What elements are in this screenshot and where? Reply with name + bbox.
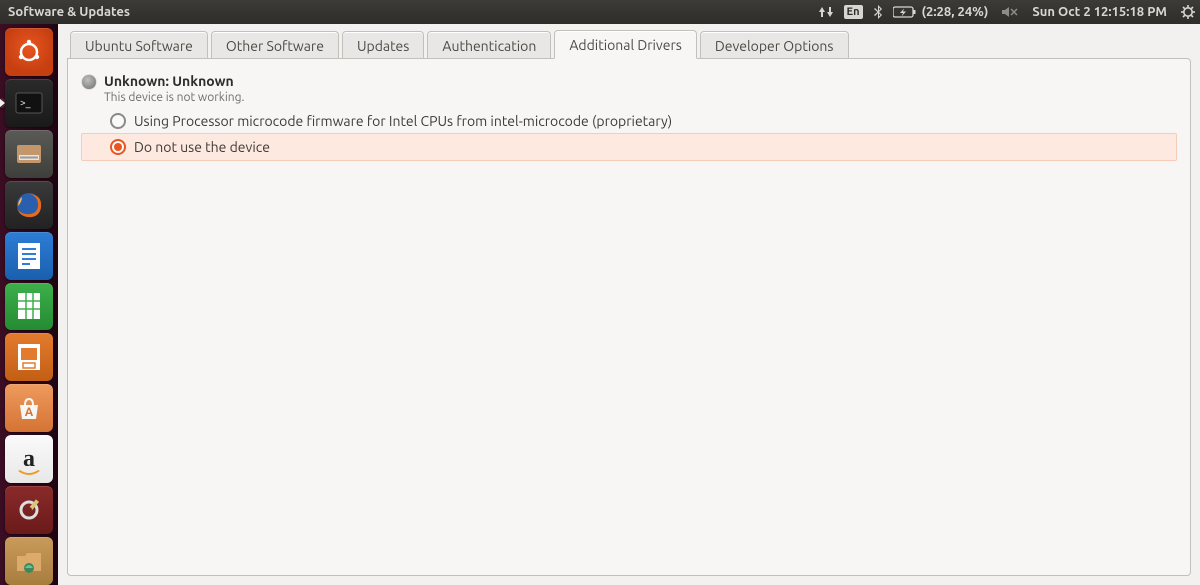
amazon-icon: a	[23, 447, 35, 471]
radio-icon	[110, 139, 126, 155]
top-menubar: Software & Updates En (2:28, 24%) Sun Oc…	[0, 0, 1200, 24]
ubuntu-logo-icon	[15, 38, 43, 66]
launcher-system-settings[interactable]	[5, 486, 53, 534]
calc-icon	[15, 291, 43, 321]
svg-text:>_: >_	[20, 97, 31, 108]
network-updown-icon	[818, 5, 834, 19]
launcher-home-folder[interactable]	[5, 537, 53, 585]
launcher-amazon[interactable]: a	[5, 435, 53, 483]
window-title: Software & Updates	[0, 5, 130, 19]
settings-icon	[14, 495, 44, 525]
software-center-icon: A	[14, 393, 44, 423]
gear-power-icon	[1181, 5, 1195, 19]
device-subtitle: This device is not working.	[104, 91, 245, 104]
keyboard-language-label: En	[844, 5, 863, 19]
device-header: Unknown: Unknown This device is not work…	[82, 73, 1176, 108]
device-title: Unknown: Unknown	[104, 73, 245, 89]
tab-label: Authentication	[442, 38, 536, 54]
bluetooth-indicator[interactable]	[868, 0, 888, 24]
tab-authentication[interactable]: Authentication	[427, 31, 551, 59]
volume-indicator[interactable]	[997, 0, 1023, 24]
tab-label: Ubuntu Software	[85, 38, 193, 54]
folder-icon	[14, 548, 44, 574]
driver-option-do-not-use[interactable]: Do not use the device	[82, 134, 1176, 160]
tab-other-software[interactable]: Other Software	[211, 31, 339, 59]
tab-label: Other Software	[226, 38, 324, 54]
radio-icon	[110, 113, 126, 129]
launcher-calc[interactable]	[5, 283, 53, 331]
file-manager-icon	[14, 141, 44, 167]
launcher-firefox[interactable]	[5, 181, 53, 229]
speaker-muted-icon	[1002, 6, 1018, 18]
bluetooth-icon	[873, 5, 883, 19]
window-content: Ubuntu Software Other Software Updates A…	[58, 24, 1200, 585]
tab-label: Updates	[357, 38, 409, 54]
keyboard-indicator[interactable]: En	[839, 0, 868, 24]
network-indicator[interactable]	[813, 0, 839, 24]
launcher-writer[interactable]	[5, 232, 53, 280]
tab-ubuntu-software[interactable]: Ubuntu Software	[70, 31, 208, 59]
battery-icon	[893, 6, 917, 18]
clock-text: Sun Oct 2 12:15:18 PM	[1028, 5, 1171, 19]
device-entry: Unknown: Unknown This device is not work…	[78, 69, 1180, 164]
tab-additional-drivers[interactable]: Additional Drivers	[554, 30, 697, 59]
svg-text:A: A	[25, 406, 34, 419]
device-status-icon	[82, 75, 96, 89]
clock-indicator[interactable]: Sun Oct 2 12:15:18 PM	[1023, 0, 1176, 24]
launcher-files[interactable]	[5, 130, 53, 178]
launcher-terminal[interactable]: >_	[5, 79, 53, 127]
firefox-icon	[12, 188, 46, 222]
session-indicator[interactable]	[1176, 0, 1200, 24]
launcher-software-center[interactable]: A	[5, 384, 53, 432]
writer-icon	[15, 241, 43, 271]
driver-option-microcode[interactable]: Using Processor microcode firmware for I…	[82, 108, 1176, 134]
tab-developer-options[interactable]: Developer Options	[700, 31, 849, 59]
unity-launcher: >_ A a	[0, 24, 58, 585]
additional-drivers-pane: Unknown: Unknown This device is not work…	[67, 58, 1191, 576]
running-indicator-icon	[0, 98, 5, 108]
terminal-icon: >_	[14, 91, 44, 115]
driver-option-label: Using Processor microcode firmware for I…	[134, 113, 672, 129]
tab-updates[interactable]: Updates	[342, 31, 424, 59]
amazon-swoosh-icon	[14, 469, 44, 477]
launcher-dash[interactable]	[5, 28, 53, 76]
battery-indicator[interactable]: (2:28, 24%)	[888, 0, 998, 24]
notebook-tabs: Ubuntu Software Other Software Updates A…	[58, 24, 1200, 58]
battery-text: (2:28, 24%)	[918, 5, 993, 19]
launcher-impress[interactable]	[5, 333, 53, 381]
impress-icon	[15, 342, 43, 372]
tab-label: Additional Drivers	[569, 37, 682, 53]
driver-option-label: Do not use the device	[134, 139, 270, 155]
tab-label: Developer Options	[715, 38, 834, 54]
